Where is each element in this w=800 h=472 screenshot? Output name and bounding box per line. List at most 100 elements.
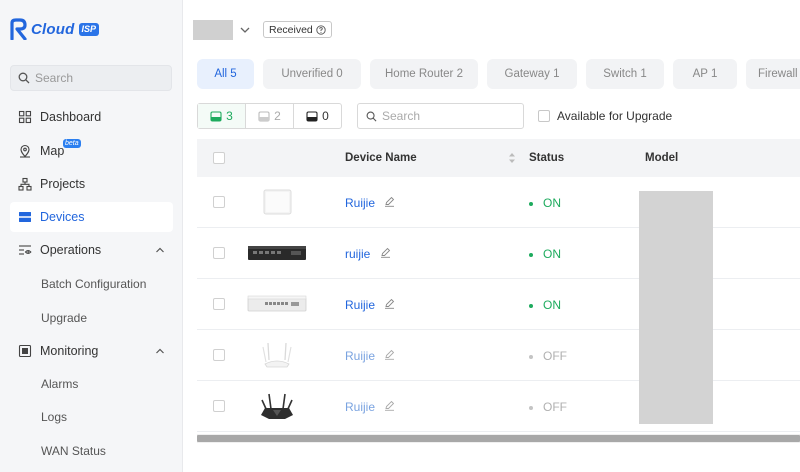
available-for-upgrade-label: Available for Upgrade — [557, 109, 673, 123]
status-text: ON — [543, 196, 561, 210]
row-checkbox[interactable] — [213, 298, 225, 310]
tab-home-router[interactable]: Home Router 2 — [370, 59, 478, 89]
edit-icon[interactable] — [384, 298, 395, 309]
brand-badge: ISP — [78, 22, 100, 36]
filter-abnormal-button[interactable]: 0 — [294, 104, 341, 128]
filter-offline-button[interactable]: 2 — [246, 104, 294, 128]
table-header: Device Name Status Model — [197, 139, 800, 177]
offline-count: 2 — [274, 109, 281, 123]
sidebar-item-label: Dashboard — [40, 110, 102, 124]
chevron-up-icon — [156, 247, 164, 253]
device-type-tabs: All 5 Unverified 0 Home Router 2 Gateway… — [197, 59, 800, 89]
status-dot — [529, 405, 533, 410]
sidebar-item-dashboard[interactable]: Dashboard — [10, 102, 173, 132]
status-offline-indicator: OFF — [529, 400, 567, 414]
device-name-link[interactable]: Ruijie — [345, 298, 375, 312]
beta-badge: beta — [63, 139, 81, 148]
status-online-indicator: ON — [529, 298, 561, 312]
gaming-router-image — [261, 393, 293, 419]
tab-unverified[interactable]: Unverified 0 — [263, 59, 361, 89]
status-dot — [529, 303, 533, 308]
abnormal-count: 0 — [322, 109, 329, 123]
row-checkbox[interactable] — [213, 400, 225, 412]
tab-switch[interactable]: Switch 1 — [586, 59, 664, 89]
sidebar-search-placeholder: Search — [35, 71, 74, 85]
status-offline-indicator: OFF — [529, 349, 567, 363]
sidebar: Cloud ISP Search Dashboard Map beta Proj… — [0, 0, 183, 472]
status-online-indicator: ON — [529, 196, 561, 210]
device-abnormal-icon — [306, 110, 318, 122]
received-label: Received — [269, 23, 313, 36]
status-text: OFF — [543, 400, 567, 414]
sidebar-item-label: Monitoring — [40, 344, 99, 358]
search-icon — [18, 72, 30, 84]
horizontal-scrollbar[interactable] — [197, 434, 800, 443]
device-name-link[interactable]: Ruijie — [345, 400, 375, 414]
sidebar-item-projects[interactable]: Projects — [10, 169, 173, 199]
scrollbar-thumb[interactable] — [197, 435, 800, 442]
tab-gateway[interactable]: Gateway 1 — [487, 59, 577, 89]
sidebar-item-label: Projects — [40, 177, 86, 191]
edit-icon[interactable] — [380, 247, 391, 258]
device-name-link[interactable]: Ruijie — [345, 196, 375, 210]
device-search-input[interactable]: Search — [357, 103, 524, 129]
tab-all[interactable]: All 5 — [197, 59, 254, 89]
brand-name: Cloud — [31, 20, 75, 38]
status-dot — [529, 201, 533, 206]
column-header-model: Model — [645, 152, 679, 164]
chevron-up-icon — [156, 348, 164, 354]
brand-logo[interactable]: Cloud ISP — [9, 18, 100, 40]
hierarchy-icon — [18, 177, 32, 191]
sidebar-subitem-wan-status[interactable]: WAN Status — [41, 444, 106, 458]
sort-icon[interactable] — [508, 151, 516, 165]
sidebar-item-operations[interactable]: Operations — [10, 235, 173, 265]
gateway-image — [248, 246, 306, 260]
chevron-down-icon[interactable] — [240, 26, 250, 34]
edit-icon[interactable] — [384, 400, 395, 411]
access-point-image — [263, 189, 292, 215]
column-header-device-name[interactable]: Device Name — [345, 152, 417, 164]
devices-icon — [19, 212, 31, 222]
switch-image — [247, 295, 307, 312]
sidebar-subitem-upgrade[interactable]: Upgrade — [41, 311, 87, 325]
sidebar-search-input[interactable]: Search — [10, 65, 172, 91]
status-online-indicator: ON — [529, 247, 561, 261]
select-all-checkbox[interactable] — [213, 152, 225, 164]
status-text: OFF — [543, 349, 567, 363]
grid-icon — [18, 110, 32, 124]
sidebar-subitem-alarms[interactable]: Alarms — [41, 377, 78, 391]
row-checkbox[interactable] — [213, 196, 225, 208]
main-content: Received All 5 Unverified 0 Home Router … — [184, 0, 800, 472]
device-name-link[interactable]: Ruijie — [345, 349, 375, 363]
edit-icon[interactable] — [384, 349, 395, 360]
logo-mark-icon — [10, 18, 27, 40]
row-checkbox[interactable] — [213, 247, 225, 259]
row-checkbox[interactable] — [213, 349, 225, 361]
online-count: 3 — [226, 109, 233, 123]
search-icon — [366, 111, 377, 121]
sidebar-item-devices[interactable]: Devices — [10, 202, 173, 232]
sidebar-item-monitoring[interactable]: Monitoring — [10, 336, 173, 366]
tab-firewall[interactable]: Firewall — [746, 59, 800, 89]
sidebar-item-map[interactable]: Map — [10, 136, 173, 166]
sidebar-subitem-logs[interactable]: Logs — [41, 410, 67, 424]
device-name-link[interactable]: ruijie — [345, 247, 370, 261]
received-button[interactable]: Received — [263, 21, 332, 38]
filter-online-button[interactable]: 3 — [198, 104, 246, 128]
tab-ap[interactable]: AP 1 — [673, 59, 737, 89]
available-for-upgrade-checkbox[interactable] — [538, 110, 550, 122]
column-header-status: Status — [529, 152, 565, 164]
map-pin-icon — [20, 144, 30, 158]
monitor-icon — [18, 344, 32, 358]
sidebar-item-label: Map — [40, 144, 65, 158]
edit-icon[interactable] — [384, 196, 395, 207]
sidebar-subitem-batch-configuration[interactable]: Batch Configuration — [41, 277, 146, 291]
sidebar-item-label: Operations — [40, 243, 102, 257]
status-dot — [529, 252, 533, 257]
status-filter-group: 3 2 0 — [197, 103, 342, 129]
device-search-placeholder: Search — [382, 109, 421, 123]
home-router-image — [262, 342, 292, 368]
project-select[interactable] — [193, 20, 233, 40]
app-root: Cloud ISP Search Dashboard Map beta Proj… — [0, 0, 800, 472]
status-text: ON — [543, 298, 561, 312]
